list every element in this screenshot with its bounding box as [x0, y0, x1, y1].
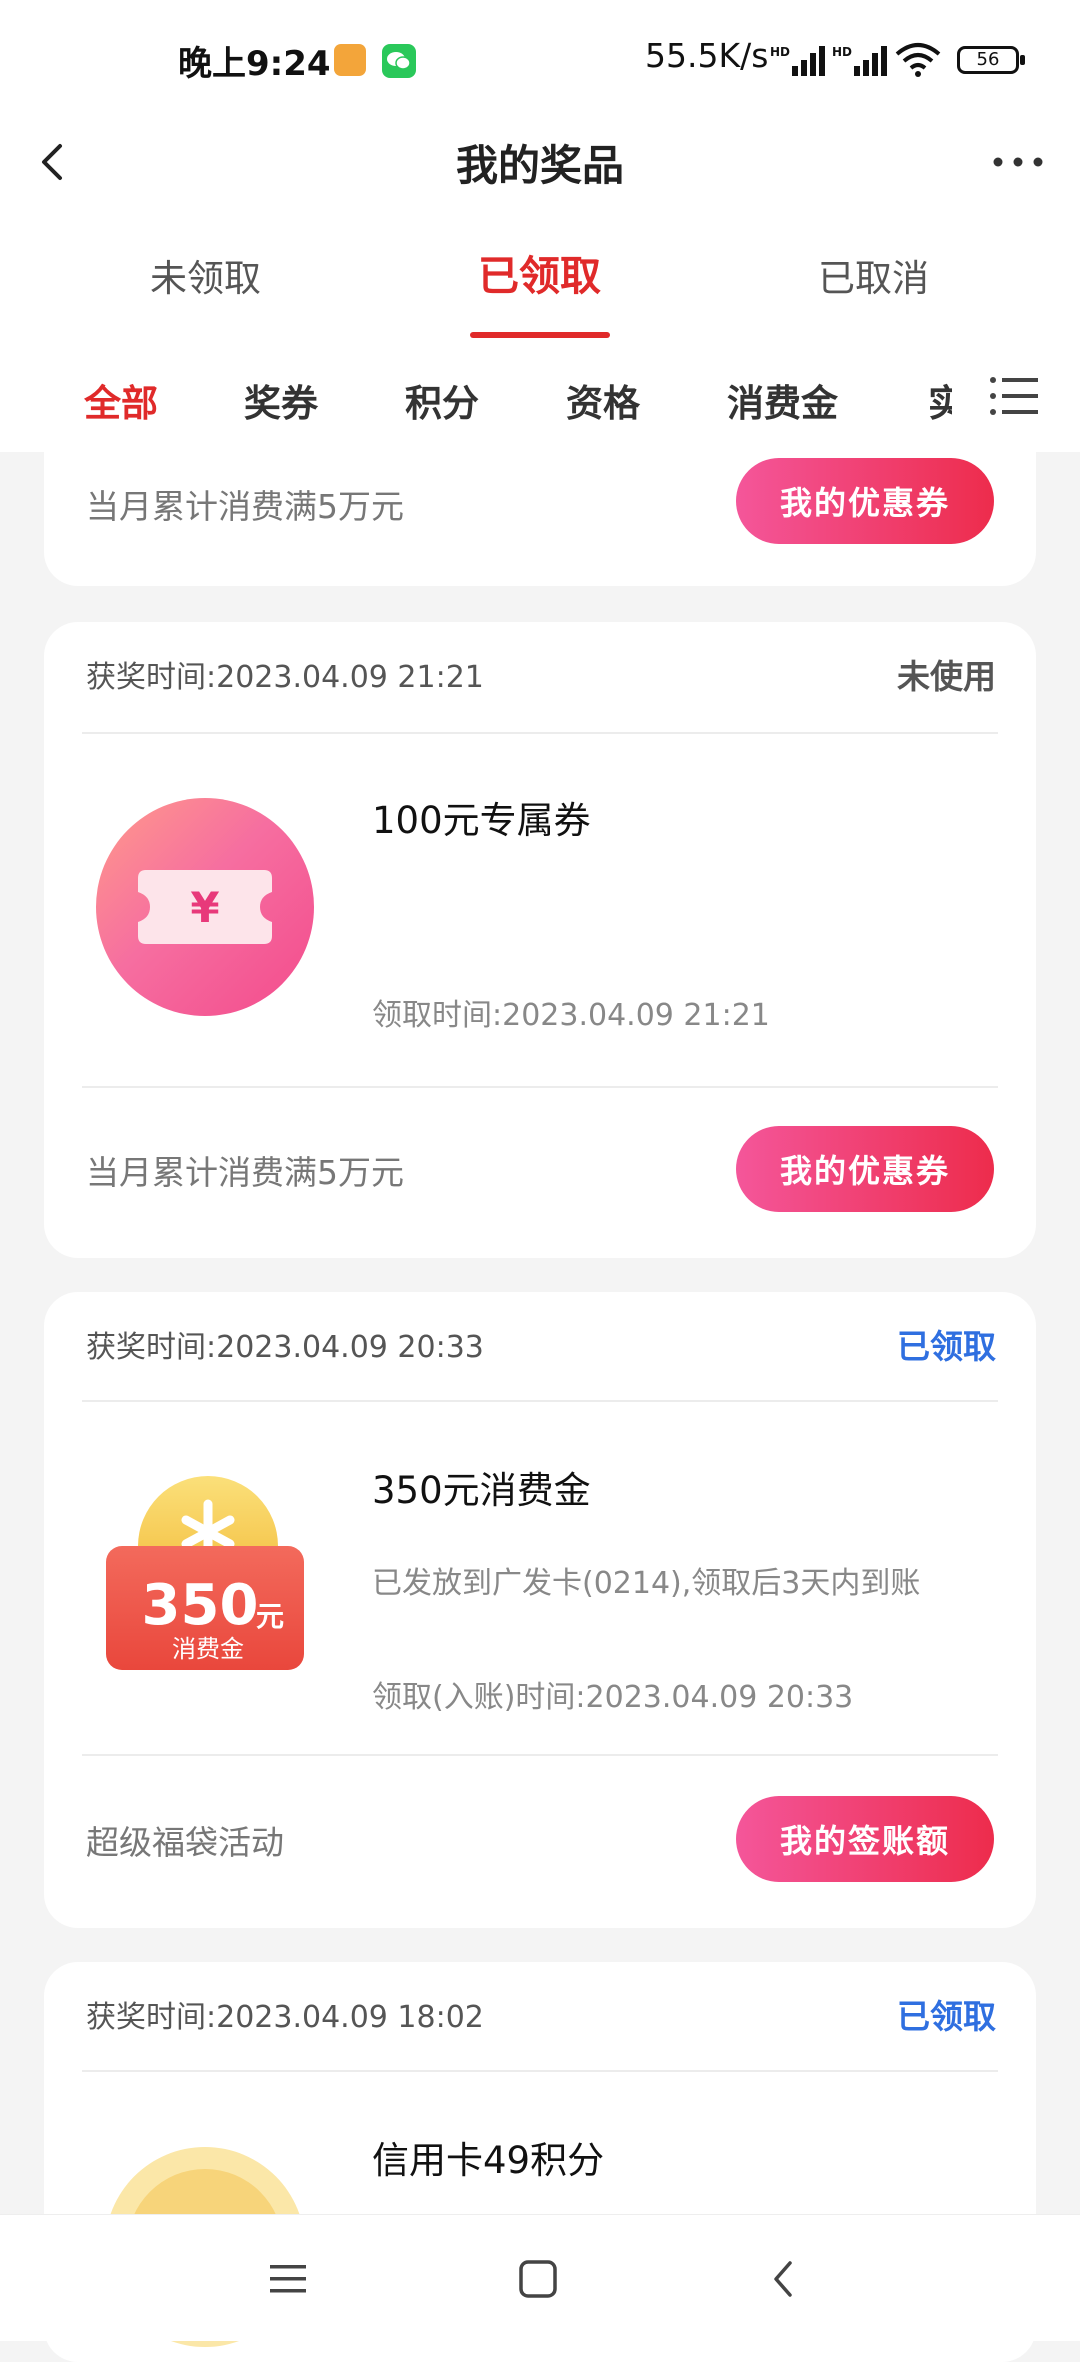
claim-time: 领取(入账)时间:2023.04.09 20:33: [372, 1680, 854, 1715]
coin-badge-icon: 350 元 消费金: [90, 1464, 320, 1694]
my-statement-button[interactable]: 我的签账额: [736, 1796, 994, 1882]
svg-text:消费金: 消费金: [172, 1635, 244, 1663]
tab-cancelled[interactable]: 已取消: [818, 248, 929, 302]
status-badge: 已领取: [897, 1997, 996, 2036]
svg-text:元: 元: [256, 1600, 284, 1633]
list-icon[interactable]: [988, 370, 1040, 422]
category-cash[interactable]: 消费金: [727, 373, 838, 427]
active-tab-indicator: [470, 332, 610, 338]
prize-condition: 当月累计消费满5万元: [86, 487, 404, 526]
award-time: 获奖时间:2023.04.09 18:02: [86, 2000, 484, 2035]
svg-text:¥: ¥: [190, 883, 219, 932]
prize-card: 获奖时间:2023.04.09 20:33 已领取 350 元 消费金 350元…: [44, 1292, 1036, 1928]
prize-condition: 超级福袋活动: [86, 1823, 284, 1862]
status-badge: 未使用: [897, 657, 996, 696]
status-time: 晚上9:24: [178, 44, 331, 84]
tab-unclaimed[interactable]: 未领取: [150, 248, 261, 302]
home-square-icon[interactable]: [514, 2255, 562, 2303]
divider: [82, 732, 998, 734]
category-points[interactable]: 积分: [405, 373, 479, 427]
menu-icon[interactable]: [264, 2255, 312, 2303]
app-header: 我的奖品: [0, 112, 1080, 212]
prize-name: 100元专属券: [372, 799, 591, 842]
category-overflow: 实: [928, 340, 952, 452]
notification-app-icon: [334, 44, 366, 76]
status-badge: 已领取: [897, 1327, 996, 1366]
award-time: 获奖时间:2023.04.09 20:33: [86, 1330, 484, 1365]
divider: [82, 1400, 998, 1402]
status-bar: 晚上9:24 55.5K/s HD HD 56: [0, 0, 1080, 112]
more-horizontal-icon[interactable]: [988, 138, 1048, 186]
prize-card: 获奖时间:2023.04.09 21:21 未使用 ¥ 100元专属券 领取时间…: [44, 622, 1036, 1258]
system-nav-bar: [0, 2214, 1080, 2341]
divider: [82, 2070, 998, 2072]
page-title: 我的奖品: [455, 141, 624, 190]
svg-text:HD: HD: [770, 45, 790, 59]
category-qualification[interactable]: 资格: [566, 373, 640, 427]
prize-card-partial: 当月累计消费满5万元 我的优惠券: [44, 440, 1036, 586]
svg-text:350: 350: [142, 1573, 259, 1638]
category-all[interactable]: 全部: [84, 373, 158, 427]
divider: [82, 1754, 998, 1756]
signal-icon-2: HD: [832, 44, 892, 78]
category-bar: 全部 奖券 积分 资格 消费金 实: [0, 340, 1080, 452]
prize-condition: 当月累计消费满5万元: [86, 1153, 404, 1192]
signal-icon: HD: [770, 44, 830, 78]
award-time: 获奖时间:2023.04.09 21:21: [86, 660, 484, 695]
prize-description: 已发放到广发卡(0214),领取后3天内到账: [372, 1566, 921, 1601]
svg-text:HD: HD: [832, 45, 852, 59]
divider: [82, 1086, 998, 1088]
network-speed: 55.5K/s: [645, 36, 769, 75]
category-physical[interactable]: 实: [928, 373, 952, 427]
claim-time: 领取时间:2023.04.09 21:21: [372, 998, 770, 1033]
category-coupons[interactable]: 奖券: [244, 373, 318, 427]
wechat-icon: [382, 44, 416, 78]
status-tabs: 未领取 已领取 已取消: [0, 212, 1080, 340]
prize-name: 信用卡49积分: [372, 2139, 605, 2182]
yen-ticket-icon: ¥: [96, 798, 314, 1016]
my-coupons-button[interactable]: 我的优惠券: [736, 1126, 994, 1212]
prize-name: 350元消费金: [372, 1469, 591, 1512]
battery-icon: 56: [957, 46, 1025, 74]
tab-claimed[interactable]: 已领取: [478, 242, 601, 302]
back-triangle-icon[interactable]: [760, 2255, 808, 2303]
my-coupons-button[interactable]: 我的优惠券: [736, 458, 994, 544]
wifi-icon: [895, 42, 941, 82]
